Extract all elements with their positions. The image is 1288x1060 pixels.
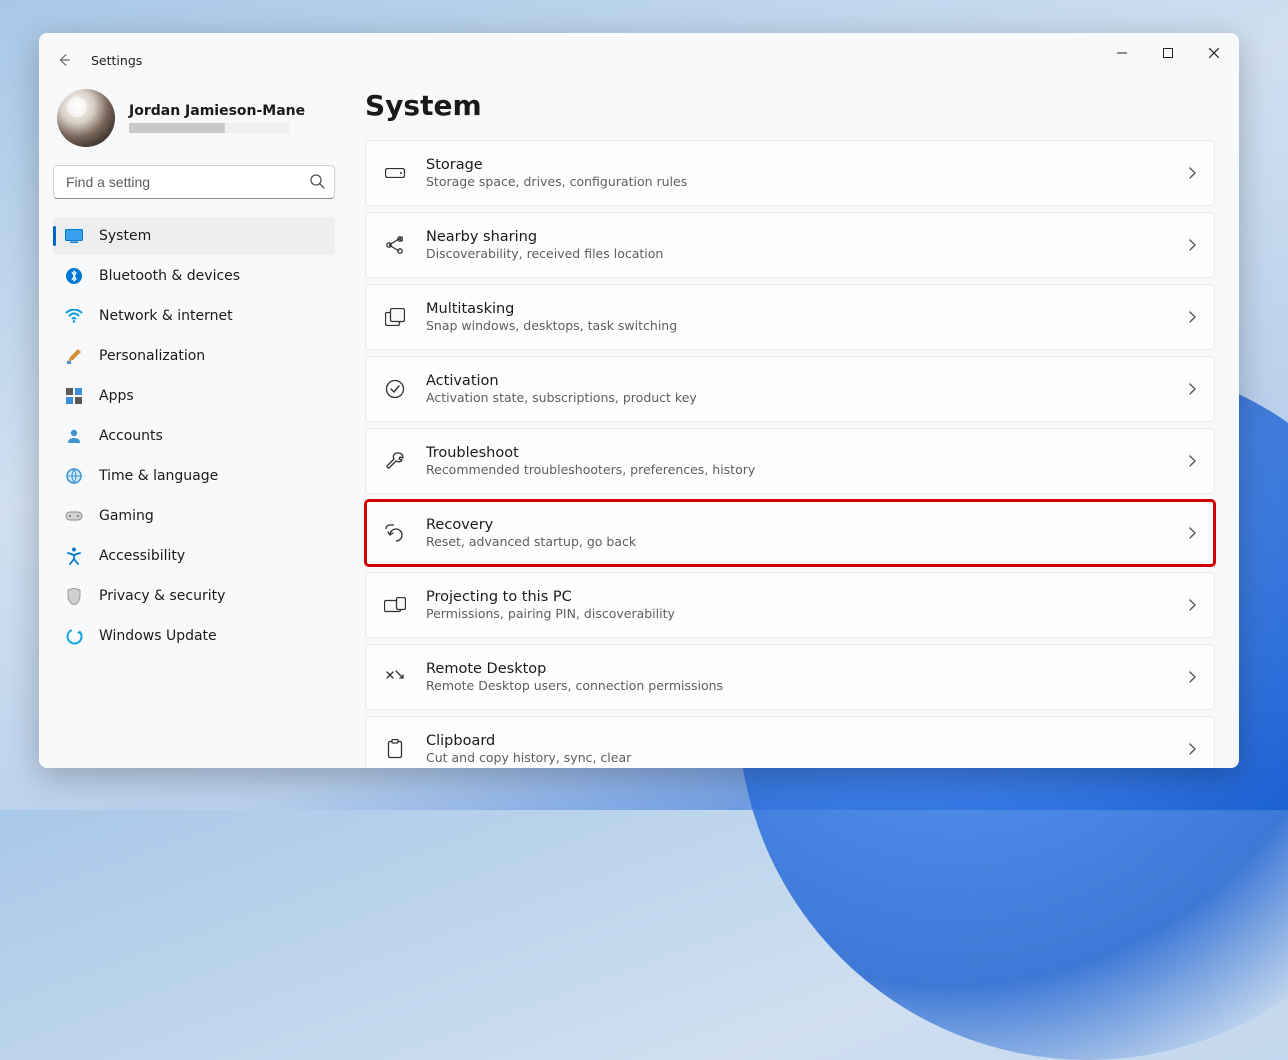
page-title: System (365, 89, 1215, 122)
nav-accessibility[interactable]: Accessibility (53, 537, 335, 575)
nav-label: Apps (99, 388, 134, 404)
card-title: Remote Desktop (426, 661, 1188, 677)
settings-window: Settings Jordan Jamieson-Mane (39, 33, 1239, 768)
card-projecting[interactable]: Projecting to this PCPermissions, pairin… (365, 572, 1215, 638)
card-sub: Storage space, drives, configuration rul… (426, 174, 1188, 189)
back-button[interactable] (55, 51, 73, 69)
wifi-icon (65, 307, 83, 325)
titlebar (39, 33, 1239, 73)
accessibility-icon (65, 547, 83, 565)
card-sub: Recommended troubleshooters, preferences… (426, 462, 1188, 477)
nav-update[interactable]: Windows Update (53, 617, 335, 655)
chevron-right-icon (1188, 740, 1196, 759)
card-sub: Discoverability, received files location (426, 246, 1188, 261)
maximize-button[interactable] (1145, 37, 1191, 69)
nav-privacy[interactable]: Privacy & security (53, 577, 335, 615)
profile-email-redacted (129, 123, 289, 133)
system-icon (65, 227, 83, 245)
maximize-icon (1163, 48, 1173, 58)
profile-block[interactable]: Jordan Jamieson-Mane (53, 81, 335, 165)
shield-icon (65, 587, 83, 605)
card-sub: Remote Desktop users, connection permiss… (426, 678, 1188, 693)
wrench-icon (384, 450, 406, 472)
chevron-right-icon (1188, 308, 1196, 327)
clipboard-icon (384, 738, 406, 760)
card-sub: Cut and copy history, sync, clear (426, 750, 1188, 765)
person-icon (65, 427, 83, 445)
nav-label: Network & internet (99, 308, 233, 324)
nav-gaming[interactable]: Gaming (53, 497, 335, 535)
recovery-icon (384, 522, 406, 544)
minimize-button[interactable] (1099, 37, 1145, 69)
check-circle-icon (384, 378, 406, 400)
card-title: Nearby sharing (426, 229, 1188, 245)
card-title: Multitasking (426, 301, 1188, 317)
nav-label: Personalization (99, 348, 205, 364)
back-arrow-icon (57, 53, 71, 67)
card-multitasking[interactable]: MultitaskingSnap windows, desktops, task… (365, 284, 1215, 350)
card-title: Projecting to this PC (426, 589, 1188, 605)
nav-network[interactable]: Network & internet (53, 297, 335, 335)
nav-label: Privacy & security (99, 588, 225, 604)
profile-name: Jordan Jamieson-Mane (129, 103, 305, 119)
main-content: System StorageStorage space, drives, con… (349, 73, 1239, 768)
share-icon (384, 234, 406, 256)
nav-accounts[interactable]: Accounts (53, 417, 335, 455)
apps-icon (65, 387, 83, 405)
chevron-right-icon (1188, 380, 1196, 399)
card-storage[interactable]: StorageStorage space, drives, configurat… (365, 140, 1215, 206)
card-troubleshoot[interactable]: TroubleshootRecommended troubleshooters,… (365, 428, 1215, 494)
card-clipboard[interactable]: ClipboardCut and copy history, sync, cle… (365, 716, 1215, 768)
card-title: Troubleshoot (426, 445, 1188, 461)
nav-list: System Bluetooth & devices Network & int… (53, 217, 335, 655)
nav-label: System (99, 228, 151, 244)
bluetooth-icon (65, 267, 83, 285)
card-title: Recovery (426, 517, 1188, 533)
app-title: Settings (91, 53, 142, 68)
avatar (57, 89, 115, 147)
chevron-right-icon (1188, 164, 1196, 183)
search-icon (309, 173, 325, 193)
gamepad-icon (65, 507, 83, 525)
nav-apps[interactable]: Apps (53, 377, 335, 415)
chevron-right-icon (1188, 236, 1196, 255)
sidebar: Jordan Jamieson-Mane System Bluetooth & … (39, 73, 349, 768)
nav-time[interactable]: Time & language (53, 457, 335, 495)
card-sub: Snap windows, desktops, task switching (426, 318, 1188, 333)
multitask-icon (384, 306, 406, 328)
search-input[interactable] (53, 165, 335, 199)
card-sub: Reset, advanced startup, go back (426, 534, 1188, 549)
storage-icon (384, 162, 406, 184)
chevron-right-icon (1188, 524, 1196, 543)
card-title: Storage (426, 157, 1188, 173)
close-icon (1209, 48, 1219, 58)
nav-label: Accounts (99, 428, 163, 444)
card-nearby-sharing[interactable]: Nearby sharingDiscoverability, received … (365, 212, 1215, 278)
paintbrush-icon (65, 347, 83, 365)
nav-label: Bluetooth & devices (99, 268, 240, 284)
card-remote-desktop[interactable]: Remote DesktopRemote Desktop users, conn… (365, 644, 1215, 710)
nav-label: Accessibility (99, 548, 185, 564)
chevron-right-icon (1188, 596, 1196, 615)
card-recovery[interactable]: RecoveryReset, advanced startup, go back (365, 500, 1215, 566)
nav-label: Windows Update (99, 628, 217, 644)
update-icon (65, 627, 83, 645)
card-sub: Activation state, subscriptions, product… (426, 390, 1188, 405)
close-button[interactable] (1191, 37, 1237, 69)
globe-clock-icon (65, 467, 83, 485)
card-title: Clipboard (426, 733, 1188, 749)
nav-bluetooth[interactable]: Bluetooth & devices (53, 257, 335, 295)
projecting-icon (384, 594, 406, 616)
card-sub: Permissions, pairing PIN, discoverabilit… (426, 606, 1188, 621)
nav-label: Time & language (99, 468, 218, 484)
card-activation[interactable]: ActivationActivation state, subscription… (365, 356, 1215, 422)
remote-desktop-icon (384, 666, 406, 688)
card-title: Activation (426, 373, 1188, 389)
nav-personalization[interactable]: Personalization (53, 337, 335, 375)
minimize-icon (1117, 48, 1127, 58)
nav-label: Gaming (99, 508, 154, 524)
chevron-right-icon (1188, 452, 1196, 471)
chevron-right-icon (1188, 668, 1196, 687)
nav-system[interactable]: System (53, 217, 335, 255)
